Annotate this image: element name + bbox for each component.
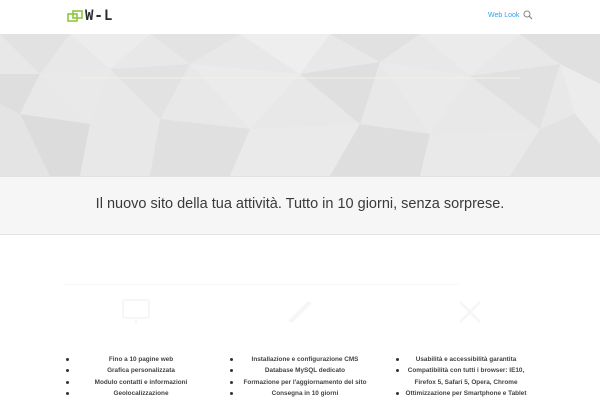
list-item: Usabilità e accessibilità garantita [396, 354, 536, 365]
hero-banner [0, 34, 600, 176]
site-logo[interactable]: W-L [67, 7, 113, 25]
nav-link-web-look[interactable]: Web Look [488, 12, 519, 19]
tagline-text: Il nuovo sito della tua attività. Tutto … [95, 196, 505, 212]
section-divider [64, 284, 459, 285]
list-item: Installazione e configurazione CMS [230, 354, 380, 365]
list-item: Geolocalizzazione [66, 388, 216, 399]
pencil-icon [288, 300, 312, 324]
search-icon[interactable] [523, 10, 533, 20]
bullet-icon [66, 358, 69, 361]
bullet-icon [230, 369, 233, 373]
list-item: Grafica personalizzata [66, 365, 216, 376]
tools-icon [458, 300, 482, 324]
bullet-icon [396, 391, 399, 395]
bullet-icon [66, 391, 69, 395]
bullet-icon [396, 358, 399, 361]
bullet-icon [230, 391, 233, 395]
logo-mark-icon [67, 10, 83, 22]
site-header: W-L Web Look [0, 0, 600, 34]
list-item: Firefox 5, Safari 5, Opera, Chrome [414, 378, 518, 386]
list-item: Modulo contatti e informazioni [66, 377, 216, 388]
list-item: Fino a 10 pagine web [66, 354, 216, 365]
feature-column-3: Usabilità e accessibilità garantita Comp… [396, 354, 536, 399]
feature-column-2: Installazione e configurazione CMS Datab… [230, 354, 380, 399]
tagline-section: Il nuovo sito della tua attività. Tutto … [0, 176, 600, 235]
list-item: Compatibilità con tutti i browser: IE10, [396, 365, 536, 376]
logo-text: W-L [85, 8, 114, 24]
bullet-icon [230, 358, 233, 361]
list-item: Ottimizzazione per Smartphone e Tablet [396, 388, 536, 399]
bullet-icon [230, 380, 233, 384]
feature-column-1: Fino a 10 pagine web Grafica personalizz… [66, 354, 216, 399]
list-item: Consegna in 10 giorni [230, 388, 380, 399]
list-item: Database MySQL dedicato [230, 365, 380, 376]
list-item: Formazione per l'aggiornamento del sito [230, 377, 380, 388]
bullet-icon [66, 369, 69, 373]
hero-polygon-background [0, 34, 600, 176]
monitor-icon [122, 299, 150, 324]
bullet-icon [396, 369, 399, 373]
bullet-icon [66, 380, 69, 384]
